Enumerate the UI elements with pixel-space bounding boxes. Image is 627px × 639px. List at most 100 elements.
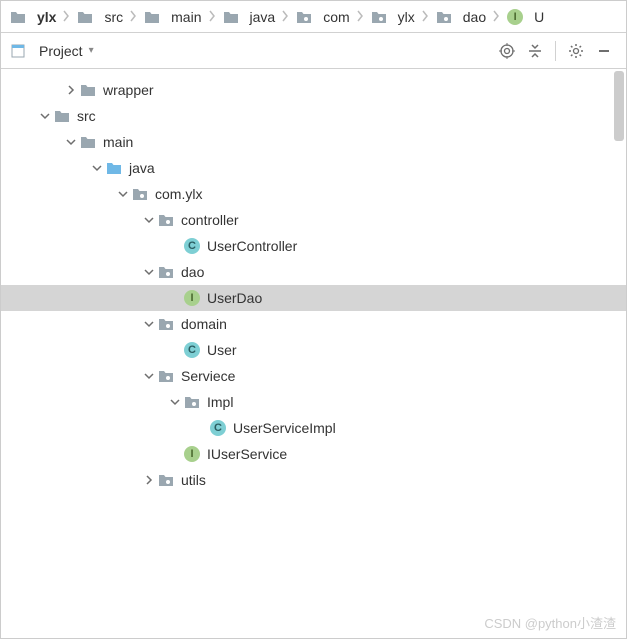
pkg-icon bbox=[435, 8, 453, 26]
tree-row[interactable]: I UserDao bbox=[1, 285, 626, 311]
breadcrumb-item[interactable]: com bbox=[291, 8, 353, 26]
tree-arrow[interactable] bbox=[63, 137, 79, 147]
breadcrumb-sep bbox=[279, 9, 291, 25]
class-c-icon: C bbox=[209, 419, 227, 437]
folder-gray-icon bbox=[79, 133, 97, 151]
watermark: CSDN @python小渣渣 bbox=[484, 613, 616, 632]
breadcrumb-item[interactable]: dao bbox=[431, 8, 490, 26]
tree-row[interactable]: src bbox=[1, 103, 626, 129]
breadcrumb-label: dao bbox=[463, 9, 486, 25]
breadcrumb-sep bbox=[490, 9, 502, 25]
tree-arrow[interactable] bbox=[37, 111, 53, 121]
tree-row[interactable]: java bbox=[1, 155, 626, 181]
tree-label: Serviece bbox=[181, 368, 235, 384]
breadcrumb-sep bbox=[354, 9, 366, 25]
scrollbar[interactable] bbox=[614, 71, 624, 141]
tree-row[interactable]: controller bbox=[1, 207, 626, 233]
project-dropdown[interactable]: Project ▾ bbox=[9, 42, 94, 60]
interface-icon: I bbox=[506, 8, 524, 26]
project-icon bbox=[9, 42, 27, 60]
breadcrumb-label: src bbox=[104, 9, 123, 25]
tree-arrow[interactable] bbox=[141, 319, 157, 329]
tree-label: wrapper bbox=[103, 82, 154, 98]
breadcrumb-item[interactable]: src bbox=[72, 8, 127, 26]
project-tree[interactable]: wrapper srcmain java com.ylx controller C User… bbox=[1, 69, 626, 501]
class-i-icon: I bbox=[183, 289, 201, 307]
tree-arrow[interactable] bbox=[63, 85, 79, 95]
tree-row[interactable]: C UserController bbox=[1, 233, 626, 259]
tree-row[interactable]: dao bbox=[1, 259, 626, 285]
tree-row[interactable]: utils bbox=[1, 467, 626, 493]
pkg-icon bbox=[131, 185, 149, 203]
tree-row[interactable]: Serviece bbox=[1, 363, 626, 389]
tree-label: User bbox=[207, 342, 237, 358]
divider bbox=[555, 41, 556, 61]
tree-label: Impl bbox=[207, 394, 233, 410]
tree-label: dao bbox=[181, 264, 204, 280]
tree-label: domain bbox=[181, 316, 227, 332]
class-c-icon: C bbox=[183, 341, 201, 359]
folder-icon bbox=[222, 8, 240, 26]
breadcrumb-item[interactable]: IU bbox=[502, 8, 548, 26]
tree-row[interactable]: domain bbox=[1, 311, 626, 337]
tree-label: UserDao bbox=[207, 290, 262, 306]
pkg-icon bbox=[183, 393, 201, 411]
folder-gray-icon bbox=[79, 81, 97, 99]
breadcrumb-item[interactable]: ylx bbox=[5, 8, 60, 26]
tree-label: utils bbox=[181, 472, 206, 488]
tree-label: com.ylx bbox=[155, 186, 202, 202]
gear-icon[interactable] bbox=[566, 41, 586, 61]
breadcrumb-label: U bbox=[534, 9, 544, 25]
tree-label: src bbox=[77, 108, 96, 124]
target-icon[interactable] bbox=[497, 41, 517, 61]
tree-label: UserServiceImpl bbox=[233, 420, 336, 436]
pkg-icon bbox=[157, 211, 175, 229]
breadcrumb-sep bbox=[206, 9, 218, 25]
tree-row[interactable]: C User bbox=[1, 337, 626, 363]
minimize-icon[interactable] bbox=[594, 41, 614, 61]
breadcrumb-sep bbox=[127, 9, 139, 25]
project-label: Project bbox=[39, 43, 83, 59]
chevron-down-icon: ▾ bbox=[89, 45, 94, 56]
tree-row[interactable]: com.ylx bbox=[1, 181, 626, 207]
tree-label: controller bbox=[181, 212, 239, 228]
tree-row[interactable]: Impl bbox=[1, 389, 626, 415]
breadcrumb[interactable]: ylx src main java com ylx dao IU bbox=[1, 1, 626, 33]
breadcrumb-label: main bbox=[171, 9, 201, 25]
tree-arrow[interactable] bbox=[141, 267, 157, 277]
class-i-icon: I bbox=[183, 445, 201, 463]
tree-label: UserController bbox=[207, 238, 297, 254]
pkg-icon bbox=[157, 315, 175, 333]
pkg-icon bbox=[295, 8, 313, 26]
tree-label: main bbox=[103, 134, 133, 150]
breadcrumb-label: java bbox=[250, 9, 276, 25]
tree-row[interactable]: wrapper bbox=[1, 77, 626, 103]
breadcrumb-sep bbox=[419, 9, 431, 25]
tree-arrow[interactable] bbox=[115, 189, 131, 199]
tree-label: IUserService bbox=[207, 446, 287, 462]
tree-row[interactable]: main bbox=[1, 129, 626, 155]
tree-arrow[interactable] bbox=[141, 371, 157, 381]
breadcrumb-item[interactable]: main bbox=[139, 8, 205, 26]
folder-icon bbox=[9, 8, 27, 26]
breadcrumb-label: ylx bbox=[37, 9, 56, 25]
tree-row[interactable]: C UserServiceImpl bbox=[1, 415, 626, 441]
class-c-icon: C bbox=[183, 237, 201, 255]
tree-arrow[interactable] bbox=[89, 163, 105, 173]
tree-row[interactable]: I IUserService bbox=[1, 441, 626, 467]
tree-arrow[interactable] bbox=[141, 215, 157, 225]
breadcrumb-label: ylx bbox=[398, 9, 415, 25]
breadcrumb-item[interactable]: ylx bbox=[366, 8, 419, 26]
folder-gray-icon bbox=[53, 107, 71, 125]
breadcrumb-label: com bbox=[323, 9, 349, 25]
breadcrumb-item[interactable]: java bbox=[218, 8, 280, 26]
collapse-icon[interactable] bbox=[525, 41, 545, 61]
pkg-icon bbox=[157, 263, 175, 281]
tree-arrow[interactable] bbox=[167, 397, 183, 407]
tree-arrow[interactable] bbox=[141, 475, 157, 485]
pkg-icon bbox=[157, 367, 175, 385]
folder-icon bbox=[76, 8, 94, 26]
breadcrumb-sep bbox=[60, 9, 72, 25]
folder-icon bbox=[143, 8, 161, 26]
pkg-icon bbox=[157, 471, 175, 489]
